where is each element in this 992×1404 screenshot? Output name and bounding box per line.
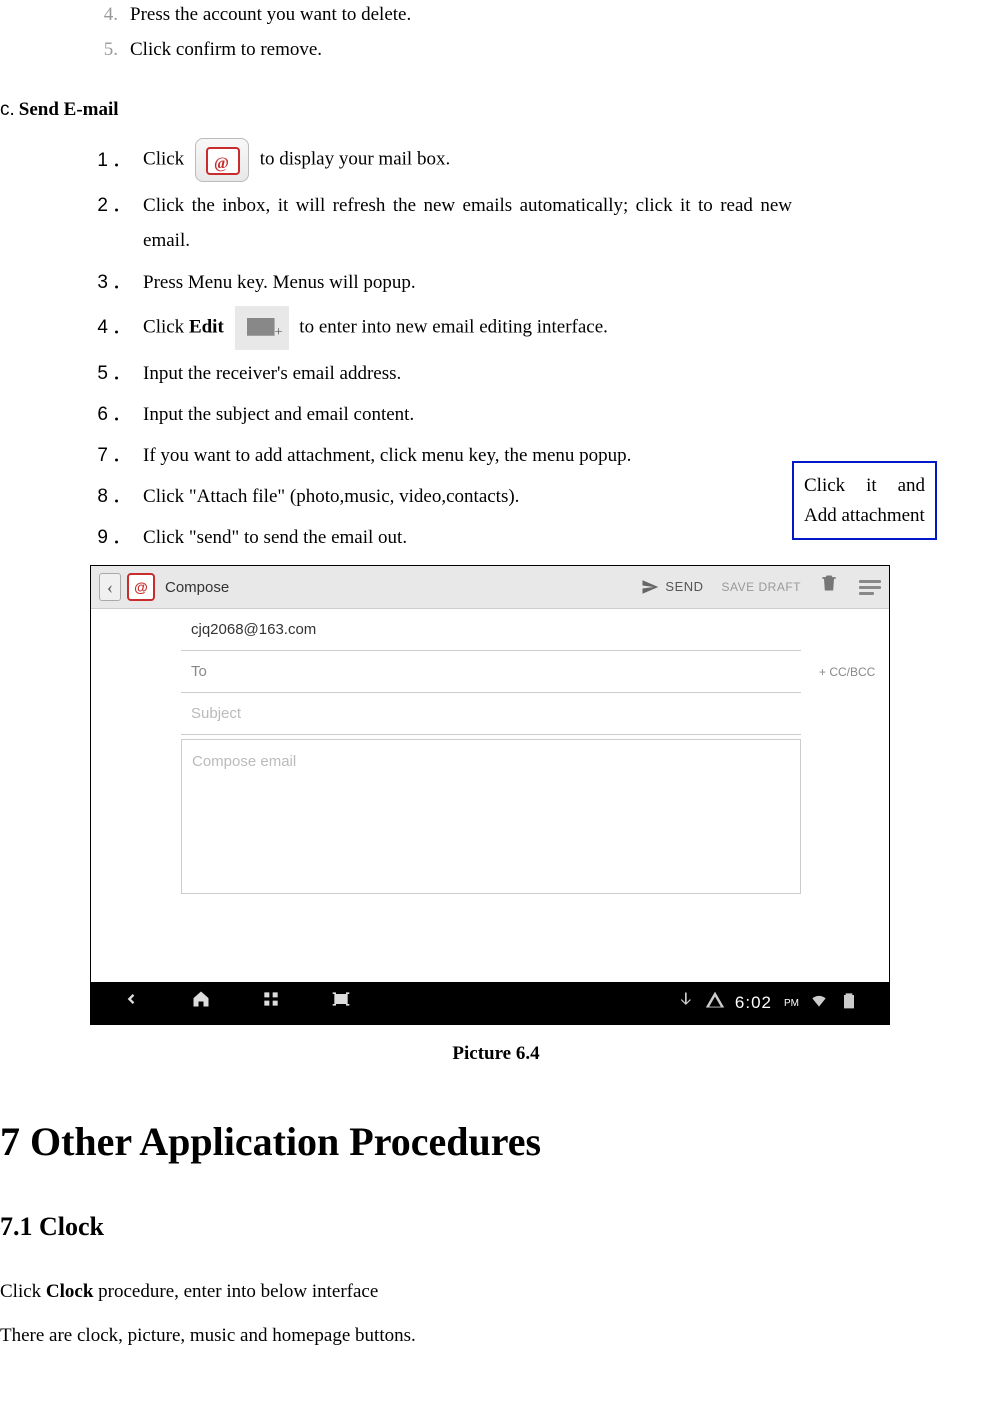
to-placeholder: To: [191, 660, 207, 683]
compose-actionbar: @ Compose SEND SAVE DRAFT: [91, 566, 889, 609]
from-address: cjq2068@163.com: [191, 618, 316, 641]
overflow-menu-button[interactable]: [859, 580, 881, 595]
edit-compose-icon: [235, 306, 289, 350]
step-dot: ．: [112, 479, 131, 514]
wifi-icon: [809, 990, 829, 1017]
system-navbar: 6:02 PM: [91, 982, 889, 1024]
section-heading: 7.1 Clock: [0, 1207, 992, 1247]
step-number: 8: [90, 479, 108, 514]
body-paragraph: Click Clock procedure, enter into below …: [0, 1277, 992, 1306]
battery-icon: [839, 990, 859, 1017]
step-text: Input the receiver's email address.: [143, 356, 401, 391]
step-dot: ．: [112, 310, 131, 345]
step-dot: ．: [112, 520, 131, 555]
list-text: Press the account you want to delete.: [130, 0, 411, 29]
compose-title: Compose: [165, 576, 229, 599]
figure-caption: Picture 6.4: [0, 1039, 992, 1068]
callout-box: Click it and Add attachment: [792, 461, 937, 540]
step-dot: ．: [112, 397, 131, 432]
save-draft-button[interactable]: SAVE DRAFT: [722, 578, 801, 597]
step-text: Click the inbox, it will refresh the new…: [143, 188, 792, 258]
email-app-badge-icon: @: [127, 573, 155, 601]
step-text: If you want to add attachment, click men…: [143, 438, 631, 473]
discard-button[interactable]: [819, 573, 839, 602]
list-number: 5.: [90, 35, 118, 64]
step-dot: ．: [112, 356, 131, 391]
to-field[interactable]: To: [181, 651, 801, 693]
nav-recent-button[interactable]: [261, 989, 281, 1018]
step-number: 5: [90, 356, 108, 391]
download-status-icon[interactable]: [675, 990, 695, 1017]
subject-placeholder: Subject: [191, 702, 241, 725]
step-text: Click "send" to send the email out.: [143, 520, 407, 555]
trash-icon: [819, 573, 839, 593]
step-dot: ．: [112, 188, 131, 223]
send-icon: [641, 578, 659, 596]
prev-ordered-list: 4.Press the account you want to delete. …: [0, 0, 992, 65]
step-text: Input the subject and email content.: [143, 397, 414, 432]
from-field: cjq2068@163.com: [181, 609, 801, 651]
step-number: 7: [90, 438, 108, 473]
step-dot: ．: [112, 438, 131, 473]
status-time-suffix: PM: [784, 996, 799, 1012]
cc-bcc-button[interactable]: + CC/BCC: [819, 663, 875, 682]
compose-screenshot: @ Compose SEND SAVE DRAFT cjq2068@163.co…: [90, 565, 890, 1025]
warning-status-icon[interactable]: [705, 990, 725, 1017]
compose-body-field[interactable]: Compose email: [181, 739, 801, 894]
step-number: 2: [90, 188, 108, 223]
status-time: 6:02: [735, 990, 772, 1016]
step-number: 4: [90, 310, 108, 345]
list-text: Click confirm to remove.: [130, 35, 322, 64]
section-letter: c.: [0, 95, 15, 124]
section-c-heading: c. Send E-mail: [0, 95, 992, 124]
nav-screenshot-button[interactable]: [331, 989, 351, 1018]
nav-back-button[interactable]: [121, 989, 141, 1018]
chapter-heading: 7 Other Application Procedures: [0, 1111, 992, 1173]
body-paragraph: There are clock, picture, music and home…: [0, 1321, 992, 1350]
send-button[interactable]: SEND: [641, 577, 703, 597]
step-text: Press Menu key. Menus will popup.: [143, 265, 416, 300]
step-text: Click Edit to enter into new email editi…: [143, 306, 608, 350]
email-app-icon: [195, 138, 249, 182]
step-number: 9: [90, 520, 108, 555]
step-text: Click "Attach file" (photo,music, video,…: [143, 479, 519, 514]
step-dot: ．: [112, 265, 131, 300]
step-text: Click to display your mail box.: [143, 138, 450, 182]
step-dot: ．: [112, 143, 131, 178]
list-number: 4.: [90, 0, 118, 29]
nav-home-button[interactable]: [191, 989, 211, 1018]
subject-field[interactable]: Subject: [181, 693, 801, 735]
step-number: 1: [90, 143, 108, 178]
section-title: Send E-mail: [19, 95, 119, 124]
compose-body: cjq2068@163.com To + CC/BCC Subject Comp…: [91, 609, 889, 954]
step-number: 3: [90, 265, 108, 300]
back-button[interactable]: [99, 573, 121, 601]
step-number: 6: [90, 397, 108, 432]
body-placeholder: Compose email: [192, 753, 296, 770]
